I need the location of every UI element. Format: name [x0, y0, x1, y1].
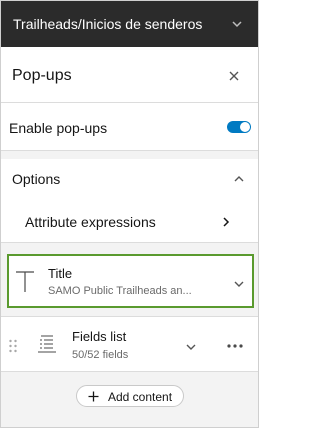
- options-label: Options: [12, 171, 61, 187]
- layer-title: Trailheads/Inicios de senderos: [13, 16, 203, 32]
- attribute-expressions-row[interactable]: Attribute expressions: [1, 199, 258, 243]
- close-icon[interactable]: [227, 69, 241, 83]
- fields-list-icon: [38, 335, 56, 353]
- chevron-up-icon[interactable]: [233, 173, 245, 185]
- popups-configuration-frame: Trailheads/Inicios de senderos Pop-ups E…: [0, 0, 259, 428]
- add-content-label: Add content: [108, 390, 173, 404]
- text-title-icon: [16, 271, 34, 292]
- panel-title: Pop-ups: [12, 67, 72, 84]
- title-block-description: SAMO Public Trailheads an...: [48, 285, 192, 297]
- panel-header: Pop-ups: [1, 47, 258, 103]
- more-options-icon[interactable]: [225, 341, 245, 351]
- chevron-down-icon[interactable]: [185, 341, 197, 353]
- fields-list-content-block[interactable]: Fields list 50/52 fields: [1, 316, 258, 372]
- add-content-button[interactable]: Add content: [76, 385, 184, 407]
- enable-popups-toggle[interactable]: [227, 121, 251, 133]
- title-content-block[interactable]: Title SAMO Public Trailheads an...: [7, 254, 254, 308]
- title-block-name: Title: [48, 266, 73, 281]
- enable-popups-label: Enable pop-ups: [9, 120, 108, 136]
- enable-popups-row: Enable pop-ups: [1, 103, 258, 151]
- layer-header[interactable]: Trailheads/Inicios de senderos: [1, 1, 258, 47]
- fields-list-name: Fields list: [72, 329, 127, 344]
- drag-handle-icon[interactable]: [8, 339, 18, 353]
- fields-list-count: 50/52 fields: [72, 349, 129, 361]
- plus-icon: [88, 391, 99, 402]
- chevron-down-icon[interactable]: [231, 18, 243, 30]
- options-section-header[interactable]: Options: [1, 159, 258, 199]
- chevron-down-icon[interactable]: [233, 278, 245, 290]
- attribute-expressions-label: Attribute expressions: [25, 214, 156, 230]
- toggle-knob: [240, 122, 250, 132]
- popups-panel: Pop-ups Enable pop-ups Options Attribute…: [1, 47, 258, 427]
- chevron-right-icon: [223, 217, 230, 227]
